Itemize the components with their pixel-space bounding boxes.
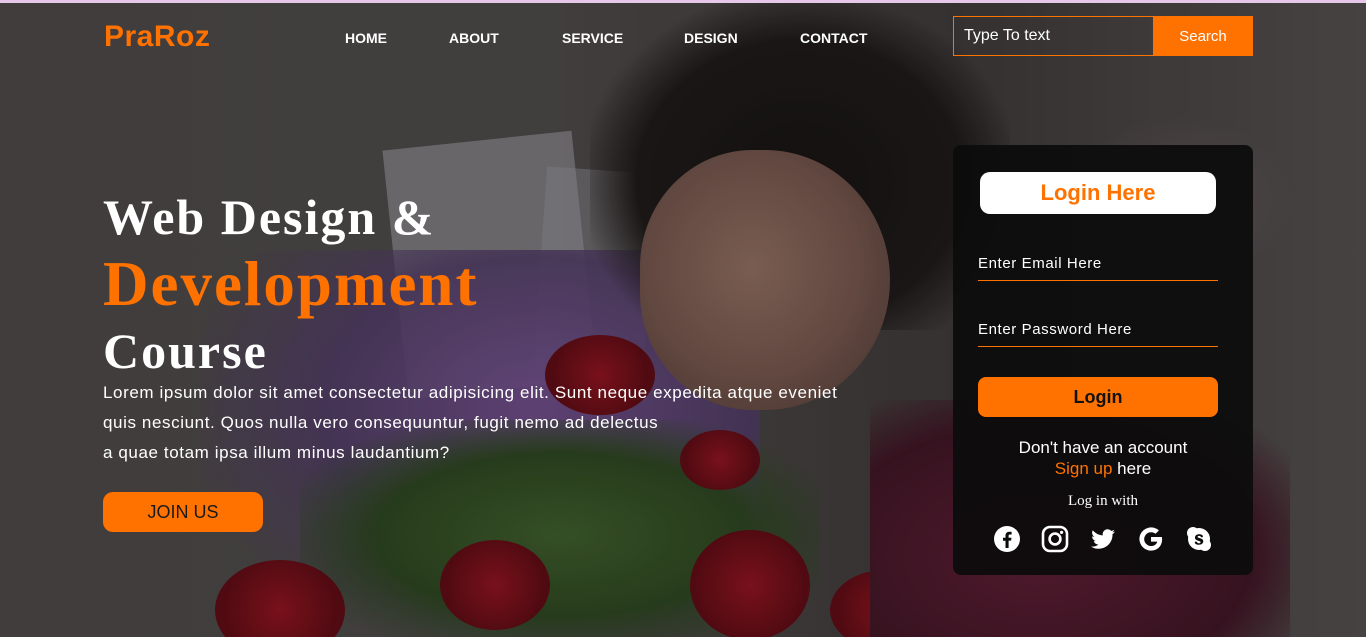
hero-title-line2: Development bbox=[103, 249, 479, 319]
nav-design[interactable]: DESIGN bbox=[684, 30, 738, 46]
google-icon[interactable] bbox=[1137, 525, 1165, 553]
login-button[interactable]: Login bbox=[978, 377, 1218, 417]
facebook-icon[interactable] bbox=[993, 525, 1021, 553]
social-login-icons bbox=[993, 525, 1213, 555]
nav-contact[interactable]: CONTACT bbox=[800, 30, 867, 46]
email-field[interactable] bbox=[978, 247, 1218, 281]
login-with-label: Log in with bbox=[1068, 493, 1138, 509]
instagram-icon[interactable] bbox=[1041, 525, 1069, 553]
signup-suffix: here bbox=[1112, 459, 1152, 478]
join-us-button[interactable]: JOIN US bbox=[103, 492, 263, 532]
hero-description-line: Lorem ipsum dolor sit amet consectetur a… bbox=[103, 383, 838, 402]
password-field[interactable] bbox=[978, 313, 1218, 347]
hero-description-line: quis nesciunt. Quos nulla vero consequun… bbox=[103, 413, 659, 432]
nav-service[interactable]: SERVICE bbox=[562, 30, 623, 46]
search-input[interactable] bbox=[953, 16, 1153, 56]
hero-description-line: a quae totam ipsa illum minus laudantium… bbox=[103, 443, 450, 462]
search-button[interactable]: Search bbox=[1153, 16, 1253, 56]
signup-link[interactable]: Sign up bbox=[1055, 459, 1113, 478]
twitter-icon[interactable] bbox=[1089, 525, 1117, 553]
no-account-text: Don't have an account bbox=[1018, 438, 1188, 457]
hero-description: Lorem ipsum dolor sit amet consectetur a… bbox=[103, 378, 883, 468]
login-card: Login Here Login Don't have an account S… bbox=[953, 145, 1253, 575]
search-bar: Search bbox=[953, 16, 1253, 56]
login-title: Login Here bbox=[980, 172, 1216, 214]
skype-icon[interactable] bbox=[1185, 525, 1213, 553]
site-logo[interactable]: PraRoz bbox=[104, 20, 210, 54]
nav-about[interactable]: ABOUT bbox=[449, 30, 499, 46]
hero-title-line3: Course bbox=[103, 323, 268, 379]
hero-title-line1: Web Design & bbox=[103, 189, 436, 245]
signup-prompt: Don't have an account Sign up here bbox=[953, 437, 1253, 479]
top-accent-line bbox=[0, 0, 1366, 3]
nav-home[interactable]: HOME bbox=[345, 30, 387, 46]
